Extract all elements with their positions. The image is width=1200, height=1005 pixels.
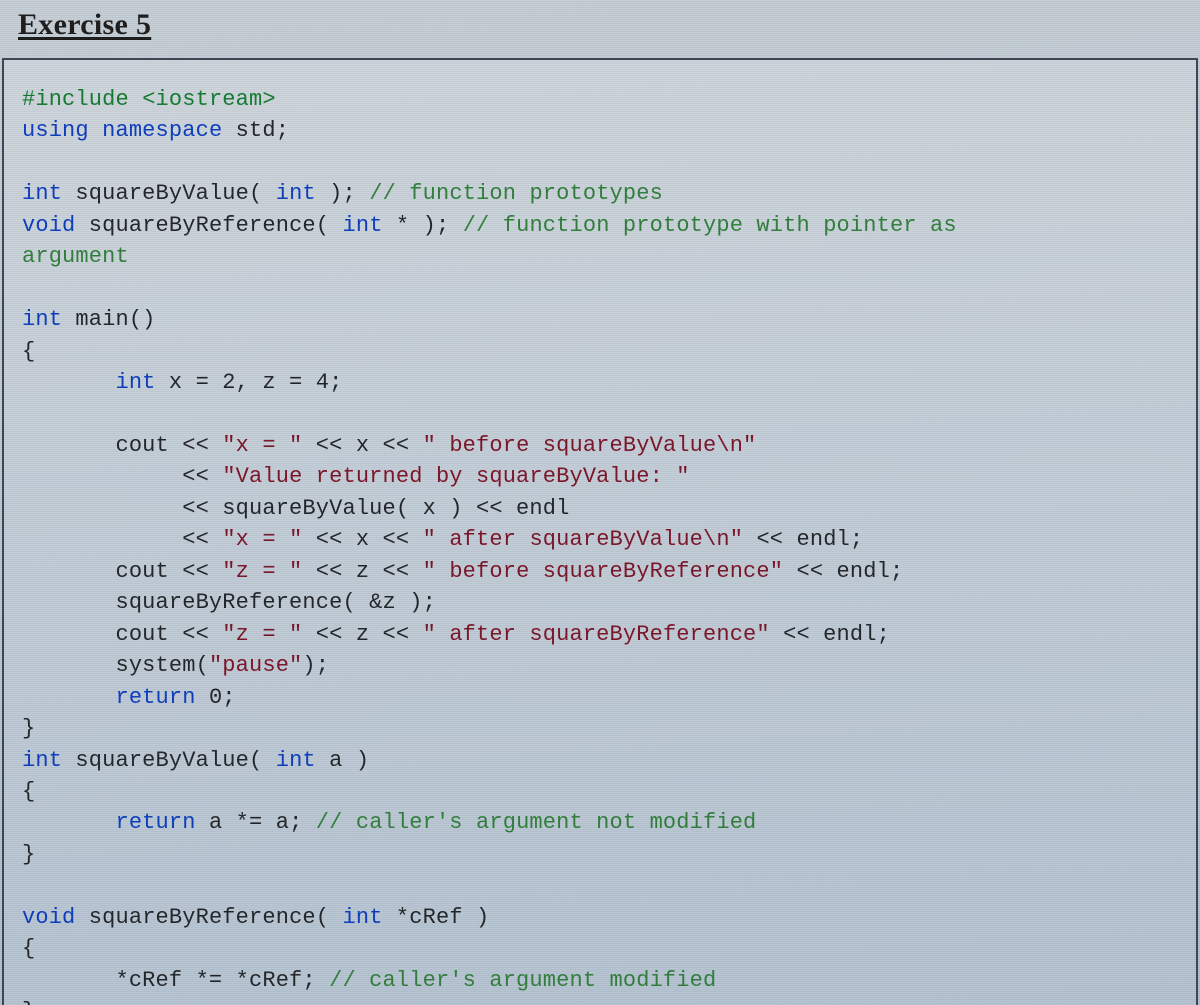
punct: ); (329, 181, 356, 206)
expr: a *= a; (209, 810, 302, 835)
keyword-namespace: namespace (102, 118, 222, 143)
page-title: Exercise 5 (0, 0, 1200, 56)
num: 0; (209, 685, 236, 710)
stmt: squareByReference( &z ); (115, 590, 435, 615)
brace-close: } (22, 999, 35, 1005)
call: system( (115, 653, 208, 678)
func-name: squareByReference( (89, 905, 329, 930)
include-target: <iostream> (142, 87, 276, 112)
punct: * ); (396, 213, 449, 238)
type-int: int (22, 307, 62, 332)
type-void: void (22, 213, 75, 238)
punct: ); (302, 653, 329, 678)
expr: << endl; (783, 622, 890, 647)
func-name: squareByReference( (89, 213, 329, 238)
string-literal: "x = " (222, 527, 302, 552)
brace-open: { (22, 936, 35, 961)
string-literal: "z = " (222, 622, 302, 647)
param: *cRef ) (396, 905, 489, 930)
comment-cont: argument (22, 244, 129, 269)
keyword-using: using (22, 118, 89, 143)
expr: << x << (316, 433, 409, 458)
expr: cout << (115, 559, 208, 584)
type-int: int (276, 181, 316, 206)
code-panel: #include <iostream> using namespace std;… (2, 58, 1198, 1005)
expr: << endl; (756, 527, 863, 552)
comment: // function prototypes (369, 181, 663, 206)
type-int: int (22, 181, 62, 206)
type-int: int (276, 748, 316, 773)
brace-open: { (22, 339, 35, 364)
expr: *cRef *= *cRef; (115, 968, 315, 993)
string-literal: "Value returned by squareByValue: " (222, 464, 689, 489)
comment: // caller's argument modified (329, 968, 716, 993)
type-int: int (115, 370, 155, 395)
expr: << z << (316, 622, 409, 647)
expr: << endl; (796, 559, 903, 584)
expr: << squareByValue( x ) << endl (182, 496, 569, 521)
expr: << (182, 527, 209, 552)
comment: // caller's argument not modified (316, 810, 757, 835)
string-literal: " before squareByReference" (423, 559, 784, 584)
comment: // function prototype with pointer as (463, 213, 957, 238)
preprocessor: #include (22, 87, 129, 112)
type-int: int (342, 905, 382, 930)
string-literal: " after squareByValue\n" (423, 527, 743, 552)
param: a ) (329, 748, 369, 773)
func-name: squareByValue( (75, 748, 262, 773)
type-int: int (22, 748, 62, 773)
expr: << (182, 464, 209, 489)
string-literal: "pause" (209, 653, 302, 678)
string-literal: " before squareByValue\n" (423, 433, 757, 458)
type-int: int (342, 213, 382, 238)
expr: cout << (115, 433, 208, 458)
expr: << x << (316, 527, 409, 552)
decl: x = 2, z = 4; (169, 370, 343, 395)
expr: cout << (115, 622, 208, 647)
brace-close: } (22, 842, 35, 867)
string-literal: "x = " (222, 433, 302, 458)
string-literal: " after squareByReference" (423, 622, 770, 647)
type-void: void (22, 905, 75, 930)
brace-open: { (22, 779, 35, 804)
keyword-return: return (115, 685, 195, 710)
string-literal: "z = " (222, 559, 302, 584)
func-main: main() (75, 307, 155, 332)
identifier: std; (236, 118, 289, 143)
source-code: #include <iostream> using namespace std;… (22, 84, 1178, 1005)
expr: << z << (316, 559, 409, 584)
keyword-return: return (115, 810, 195, 835)
func-name: squareByValue( (75, 181, 262, 206)
brace-close: } (22, 716, 35, 741)
